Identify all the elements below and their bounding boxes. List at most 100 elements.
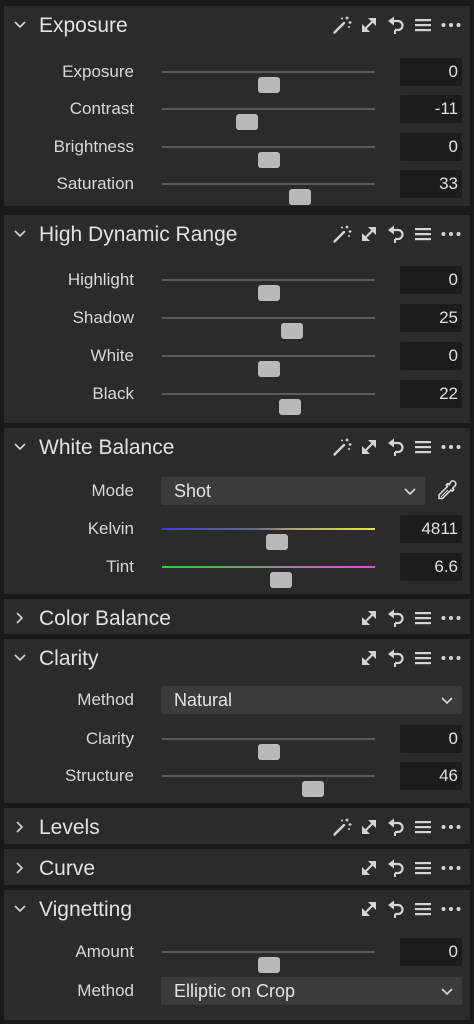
- more-icon[interactable]: [440, 899, 462, 919]
- copy-apply-icon[interactable]: [359, 15, 379, 35]
- slider-thumb[interactable]: [257, 285, 280, 301]
- menu-icon[interactable]: [413, 437, 433, 457]
- amount-slider[interactable]: [162, 951, 375, 973]
- chevron-down-icon[interactable]: [12, 901, 28, 917]
- copy-apply-icon[interactable]: [359, 817, 379, 837]
- black-slider[interactable]: [162, 393, 375, 415]
- contrast-value-field[interactable]: -11: [400, 95, 462, 123]
- slider-thumb[interactable]: [257, 77, 280, 93]
- panel-title: Levels: [39, 816, 100, 839]
- vignetting-header[interactable]: Vignetting: [4, 890, 470, 928]
- copy-apply-icon[interactable]: [359, 437, 379, 457]
- auto-adjust-icon[interactable]: [332, 817, 352, 837]
- slider-thumb[interactable]: [257, 957, 280, 973]
- reset-icon[interactable]: [386, 648, 406, 668]
- menu-icon[interactable]: [413, 858, 433, 878]
- reset-icon[interactable]: [386, 899, 406, 919]
- menu-icon[interactable]: [413, 817, 433, 837]
- reset-icon[interactable]: [386, 858, 406, 878]
- panel-tools: [332, 437, 462, 457]
- saturation-value-field[interactable]: 33: [400, 170, 462, 198]
- highlight-value-field[interactable]: 0: [400, 266, 462, 294]
- clarity-value-field[interactable]: 0: [400, 725, 462, 753]
- clarity-header[interactable]: Clarity: [4, 639, 470, 677]
- copy-apply-icon[interactable]: [359, 858, 379, 878]
- exposure-value-field[interactable]: 0: [400, 58, 462, 86]
- reset-icon[interactable]: [386, 608, 406, 628]
- slider-label: Black: [92, 384, 134, 403]
- color-balance-header[interactable]: Color Balance: [4, 599, 470, 634]
- exposure-slider[interactable]: [162, 71, 375, 93]
- more-icon[interactable]: [440, 608, 462, 628]
- vignetting-method-dropdown[interactable]: Elliptic on Crop: [161, 977, 462, 1005]
- saturation-slider[interactable]: [162, 183, 375, 205]
- slider-thumb[interactable]: [257, 361, 280, 377]
- panel-tools: [332, 224, 462, 244]
- copy-apply-icon[interactable]: [359, 224, 379, 244]
- structure-value-field[interactable]: 46: [400, 762, 462, 790]
- chevron-down-icon[interactable]: [12, 650, 28, 666]
- slider-thumb[interactable]: [266, 534, 289, 550]
- tint-slider[interactable]: [162, 566, 375, 588]
- clarity-slider[interactable]: [162, 738, 375, 760]
- more-icon[interactable]: [440, 437, 462, 457]
- white-slider[interactable]: [162, 355, 375, 377]
- slider-thumb[interactable]: [257, 744, 280, 760]
- slider-thumb[interactable]: [289, 189, 312, 205]
- more-icon[interactable]: [440, 648, 462, 668]
- menu-icon[interactable]: [413, 899, 433, 919]
- chevron-down-icon[interactable]: [12, 17, 28, 33]
- menu-icon[interactable]: [413, 15, 433, 35]
- hdr-header[interactable]: High Dynamic Range: [4, 215, 470, 253]
- reset-icon[interactable]: [386, 817, 406, 837]
- slider-thumb[interactable]: [302, 781, 325, 797]
- auto-adjust-icon[interactable]: [332, 437, 352, 457]
- slider-thumb[interactable]: [270, 572, 293, 588]
- more-icon[interactable]: [440, 817, 462, 837]
- black-value-field[interactable]: 22: [400, 380, 462, 408]
- menu-icon[interactable]: [413, 608, 433, 628]
- chevron-right-icon[interactable]: [12, 610, 28, 626]
- copy-apply-icon[interactable]: [359, 608, 379, 628]
- slider-thumb[interactable]: [257, 152, 280, 168]
- structure-slider[interactable]: [162, 775, 375, 797]
- menu-icon[interactable]: [413, 648, 433, 668]
- white-value-field[interactable]: 0: [400, 342, 462, 370]
- tint-value-field[interactable]: 6.6: [400, 553, 462, 581]
- brightness-slider[interactable]: [162, 146, 375, 168]
- reset-icon[interactable]: [386, 224, 406, 244]
- chevron-right-icon[interactable]: [12, 860, 28, 876]
- auto-adjust-icon[interactable]: [332, 224, 352, 244]
- kelvin-value-field[interactable]: 4811: [400, 515, 462, 543]
- shadow-slider[interactable]: [162, 317, 375, 339]
- chevron-down-icon[interactable]: [12, 439, 28, 455]
- curve-header[interactable]: Curve: [4, 849, 470, 885]
- more-icon[interactable]: [440, 15, 462, 35]
- eyedropper-icon[interactable]: [434, 478, 460, 504]
- levels-header[interactable]: Levels: [4, 808, 470, 844]
- chevron-down-icon: [403, 485, 417, 497]
- auto-adjust-icon[interactable]: [332, 15, 352, 35]
- slider-thumb[interactable]: [236, 114, 259, 130]
- kelvin-slider[interactable]: [162, 528, 375, 550]
- highlight-slider[interactable]: [162, 279, 375, 301]
- mode-dropdown[interactable]: Shot: [161, 477, 425, 505]
- white-balance-header[interactable]: White Balance: [4, 428, 470, 466]
- slider-thumb[interactable]: [278, 399, 301, 415]
- clarity-method-dropdown[interactable]: Natural: [161, 686, 462, 714]
- chevron-down-icon[interactable]: [12, 226, 28, 242]
- chevron-right-icon[interactable]: [12, 819, 28, 835]
- reset-icon[interactable]: [386, 437, 406, 457]
- menu-icon[interactable]: [413, 224, 433, 244]
- contrast-slider[interactable]: [162, 108, 375, 130]
- copy-apply-icon[interactable]: [359, 899, 379, 919]
- slider-thumb[interactable]: [280, 323, 303, 339]
- copy-apply-icon[interactable]: [359, 648, 379, 668]
- exposure-header[interactable]: Exposure: [4, 6, 470, 44]
- more-icon[interactable]: [440, 224, 462, 244]
- brightness-value-field[interactable]: 0: [400, 133, 462, 161]
- amount-value-field[interactable]: 0: [400, 938, 462, 966]
- reset-icon[interactable]: [386, 15, 406, 35]
- more-icon[interactable]: [440, 858, 462, 878]
- shadow-value-field[interactable]: 25: [400, 304, 462, 332]
